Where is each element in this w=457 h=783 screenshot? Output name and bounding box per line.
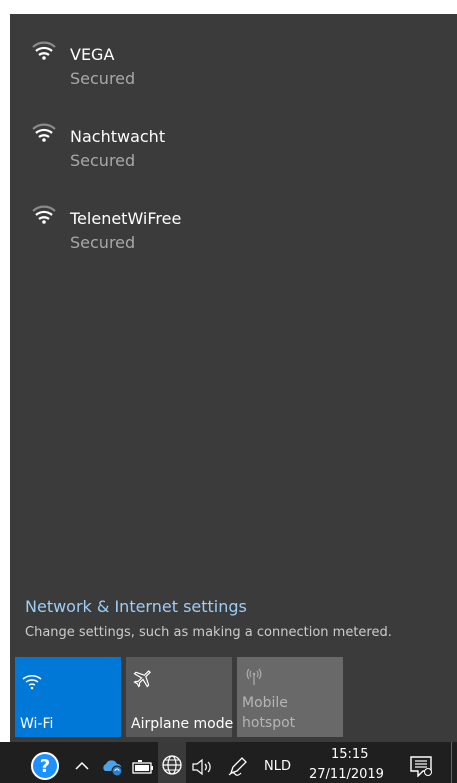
network-name: TelenetWiFree [70, 209, 182, 228]
wifi-icon [32, 123, 56, 142]
network-item-telenetwifree[interactable]: TelenetWiFree Secured [10, 178, 450, 252]
help-icon[interactable]: ? [30, 751, 60, 781]
tile-label: Airplane mode [131, 716, 234, 732]
network-item-nachtwacht[interactable]: Nachtwacht Secured [10, 96, 450, 170]
onedrive-icon[interactable] [100, 756, 124, 776]
network-status: Secured [70, 151, 136, 170]
airplane-mode-tile[interactable]: Airplane mode [126, 657, 234, 737]
tile-label-line2: hotspot [242, 715, 296, 731]
tile-label: Wi-Fi [20, 716, 54, 732]
clock-time[interactable]: 15:15 [331, 747, 368, 762]
clock-date[interactable]: 27/11/2019 [309, 767, 384, 782]
window-top-edge [0, 0, 457, 14]
action-center-icon[interactable] [409, 755, 433, 777]
show-desktop-button[interactable] [451, 742, 452, 783]
airplane-icon [133, 670, 151, 688]
network-name: VEGA [70, 45, 115, 64]
taskbar: ? NLD 15:15 27/11/2019 [0, 742, 457, 783]
network-settings-description: Change settings, such as making a connec… [25, 625, 392, 640]
mobile-hotspot-tile[interactable]: Mobile hotspot [237, 657, 343, 737]
battery-icon[interactable] [132, 760, 154, 776]
network-settings-link[interactable]: Network & Internet settings [25, 597, 247, 616]
wifi-icon [32, 205, 56, 224]
chevron-up-icon[interactable] [74, 758, 90, 774]
network-name: Nachtwacht [70, 127, 166, 146]
wifi-toggle-tile[interactable]: Wi-Fi [15, 657, 121, 737]
svg-text:?: ? [40, 756, 50, 777]
tile-label-line1: Mobile [242, 695, 288, 711]
network-tray-button[interactable] [158, 742, 186, 783]
network-item-vega[interactable]: VEGA Secured [10, 14, 450, 88]
pen-icon[interactable] [227, 755, 249, 777]
volume-icon[interactable] [191, 757, 213, 777]
wifi-icon [22, 675, 42, 690]
hotspot-icon [246, 668, 262, 685]
wifi-icon [32, 41, 56, 60]
network-icon [162, 755, 182, 775]
network-status: Secured [70, 233, 136, 252]
input-language[interactable]: NLD [264, 759, 291, 774]
network-status: Secured [70, 69, 136, 88]
